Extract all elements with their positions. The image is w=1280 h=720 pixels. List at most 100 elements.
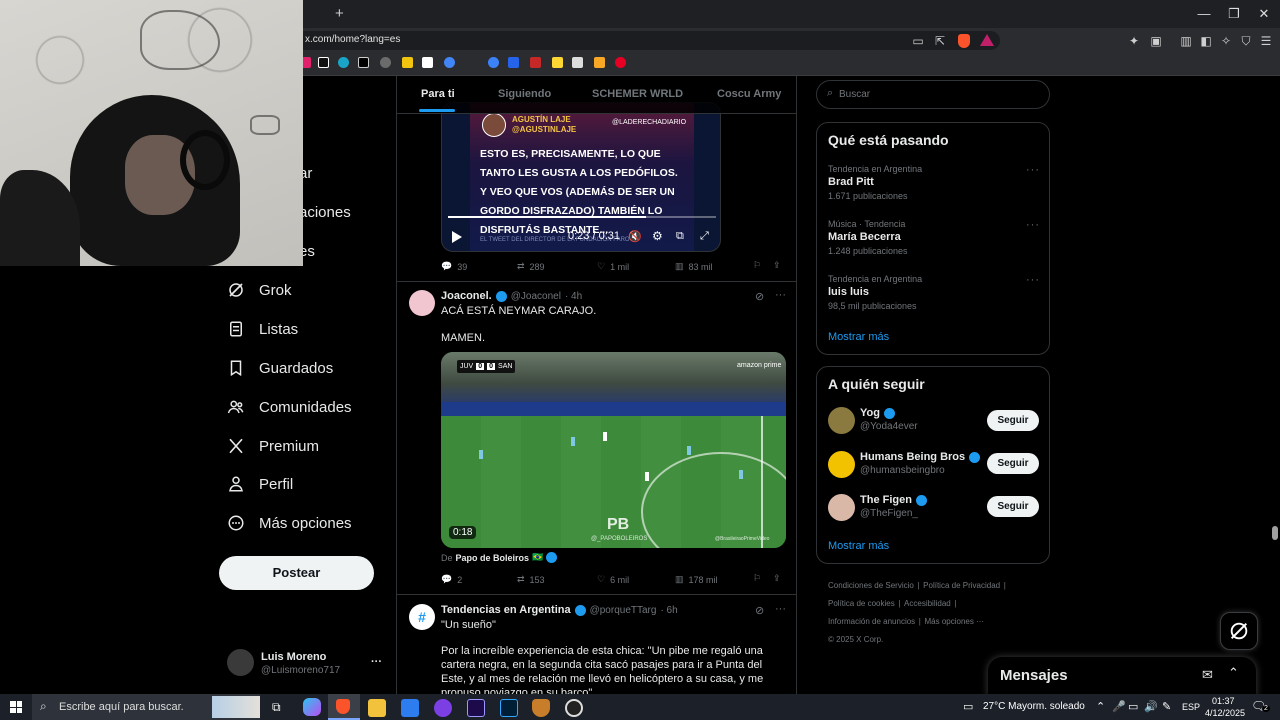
repost-button[interactable]: ⇄ 289 — [517, 261, 545, 272]
bookmark-icon[interactable] — [572, 57, 583, 68]
footer-link[interactable]: Condiciones de Servicio — [828, 581, 914, 590]
windows-start-icon[interactable] — [10, 701, 22, 713]
trend-item[interactable]: Tendencia en Argentina Brad Pitt 1.671 p… — [828, 164, 1040, 208]
nav-item-profile[interactable]: Perfil — [227, 470, 293, 498]
suggest-name[interactable]: Yog — [860, 407, 880, 419]
file-explorer-icon[interactable] — [368, 699, 386, 717]
new-tab-button[interactable]: + — [335, 5, 344, 22]
grok-float-button[interactable] — [1220, 612, 1258, 650]
mute-icon[interactable]: 🔇 — [628, 230, 642, 243]
bookmark-icon[interactable] — [358, 57, 369, 68]
tray-chevron-icon[interactable]: ⌃ — [1096, 700, 1105, 713]
nav-item-premium[interactable]: Premium — [227, 432, 319, 460]
footer-link[interactable]: Información de anuncios — [828, 617, 915, 626]
post-handle[interactable]: @Joaconel — [511, 291, 561, 302]
account-avatar[interactable] — [227, 649, 254, 676]
video-progress-track[interactable] — [448, 216, 716, 218]
follow-button[interactable]: Seguir — [987, 453, 1039, 474]
show-more-trends[interactable]: Mostrar más — [828, 331, 889, 343]
bookmark-icon[interactable] — [338, 57, 349, 68]
bookmark-icon[interactable] — [615, 57, 626, 68]
post-time[interactable]: · 6h — [660, 605, 677, 616]
play-icon[interactable] — [452, 231, 462, 243]
post-avatar[interactable]: # — [409, 604, 435, 630]
post-author[interactable]: Joaconel. — [441, 290, 492, 302]
obs-icon[interactable] — [565, 699, 583, 717]
reader-icon[interactable]: ▣ — [1148, 33, 1164, 49]
post-button[interactable]: Postear — [219, 556, 374, 590]
copilot-icon[interactable] — [303, 698, 321, 716]
grok-post-icon[interactable]: ⊘ — [755, 290, 764, 303]
new-message-icon[interactable]: ✉ — [1202, 667, 1213, 683]
trend-more-icon[interactable]: ··· — [1026, 219, 1040, 231]
task-view-icon[interactable]: ⧉ — [272, 700, 281, 715]
post-avatar[interactable] — [409, 290, 435, 316]
premiere-icon[interactable] — [467, 699, 485, 717]
fullscreen-icon[interactable]: ⤢ — [700, 230, 709, 243]
store-icon[interactable] — [401, 699, 419, 717]
bookmark-icon[interactable] — [488, 57, 499, 68]
reply-button[interactable]: 💬 2 — [441, 574, 462, 585]
footer-link[interactable]: Política de Privacidad — [923, 581, 1000, 590]
bookmark-icon[interactable] — [552, 57, 563, 68]
tab-coscu-army[interactable]: Coscu Army — [717, 88, 781, 100]
views-button[interactable]: ▥ 83 mil — [675, 261, 713, 272]
extensions-icon[interactable]: ✦ — [1126, 33, 1142, 49]
game-icon[interactable] — [532, 699, 550, 717]
grok-post-icon[interactable]: ⊘ — [755, 604, 764, 617]
post-author[interactable]: Tendencias en Argentina — [441, 604, 571, 616]
vpn-icon[interactable]: ⛉ — [1238, 33, 1254, 49]
share-post-button[interactable]: ⇪ — [773, 573, 781, 584]
clock-time[interactable]: 01:37 — [1212, 696, 1235, 706]
volume-icon[interactable]: 🔊 — [1144, 700, 1158, 713]
clock-date[interactable]: 4/12/2025 — [1205, 708, 1245, 718]
footer-link[interactable]: Más opciones ··· — [925, 617, 985, 626]
chevron-up-icon[interactable]: ⌃ — [1228, 665, 1239, 681]
tab-siguiendo[interactable]: Siguiendo — [498, 88, 551, 100]
show-more-suggestions[interactable]: Mostrar más — [828, 540, 889, 552]
weather-text[interactable]: 27°C Mayorm. soleado — [983, 701, 1085, 712]
post-more-icon[interactable]: ··· — [775, 289, 786, 301]
photoshop-icon[interactable] — [500, 699, 518, 717]
repost-button[interactable]: ⇄ 153 — [517, 574, 545, 585]
trend-item[interactable]: Tendencia en Argentina luis luis 98,5 mi… — [828, 274, 1040, 318]
suggest-avatar[interactable] — [828, 451, 855, 478]
like-button[interactable]: ♡ 6 mil — [597, 574, 629, 585]
restore-icon[interactable]: ❐ — [1226, 6, 1242, 22]
weather-icon[interactable]: ▭ — [963, 700, 973, 713]
pip-icon[interactable]: ⧉ — [676, 230, 684, 243]
wallet-icon[interactable]: ◧ — [1198, 33, 1214, 49]
suggest-avatar[interactable] — [828, 494, 855, 521]
follow-button[interactable]: Seguir — [987, 496, 1039, 517]
bookmark-icon[interactable] — [530, 57, 541, 68]
suggest-name[interactable]: The Figen — [860, 494, 912, 506]
language-indicator[interactable]: ESP — [1182, 702, 1200, 712]
post-more-icon[interactable]: ··· — [775, 603, 786, 615]
leo-icon[interactable]: ✧ — [1218, 33, 1234, 49]
tab-para-ti[interactable]: Para ti — [421, 88, 455, 100]
messages-drawer[interactable]: Mensajes ✉ ⌃ — [988, 657, 1256, 694]
trend-item[interactable]: Música · Tendencia María Becerra 1.248 p… — [828, 219, 1040, 263]
suggest-avatar[interactable] — [828, 407, 855, 434]
settings-icon[interactable]: ⚙ — [652, 229, 663, 243]
reply-button[interactable]: 💬 39 — [441, 261, 467, 272]
menu-icon[interactable]: ☰ — [1258, 33, 1274, 49]
views-button[interactable]: ▥ 178 mil — [675, 574, 718, 585]
nav-item-lists[interactable]: Listas — [227, 315, 298, 343]
share-post-button[interactable]: ⇪ — [773, 260, 781, 271]
video-player[interactable]: JUV 0 0 SAN amazon prime PB @_PAPOBOLEIR… — [441, 352, 786, 548]
bookmark-icon[interactable] — [444, 57, 455, 68]
bookmark-icon[interactable] — [380, 57, 391, 68]
post-handle[interactable]: @porqueTTarg — [590, 605, 657, 616]
account-menu-icon[interactable]: ··· — [371, 656, 382, 668]
search-input[interactable]: ⌕ Buscar — [816, 80, 1050, 109]
cast-icon[interactable]: ▭ — [910, 33, 926, 49]
pen-icon[interactable]: ✎ — [1162, 700, 1171, 713]
footer-link[interactable]: Política de cookies — [828, 599, 895, 608]
bookmark-post-button[interactable]: ⚐ — [753, 573, 761, 584]
share-icon[interactable]: ⇱ — [932, 33, 948, 49]
sidebar-icon[interactable]: ▥ — [1178, 33, 1194, 49]
video-card[interactable]: AGUSTÍN LAJE @AGUSTINLAJE @LADERECHADIAR… — [441, 102, 721, 252]
page-scrollbar-thumb[interactable] — [1272, 526, 1278, 540]
footer-link[interactable]: Accesibilidad — [904, 599, 951, 608]
